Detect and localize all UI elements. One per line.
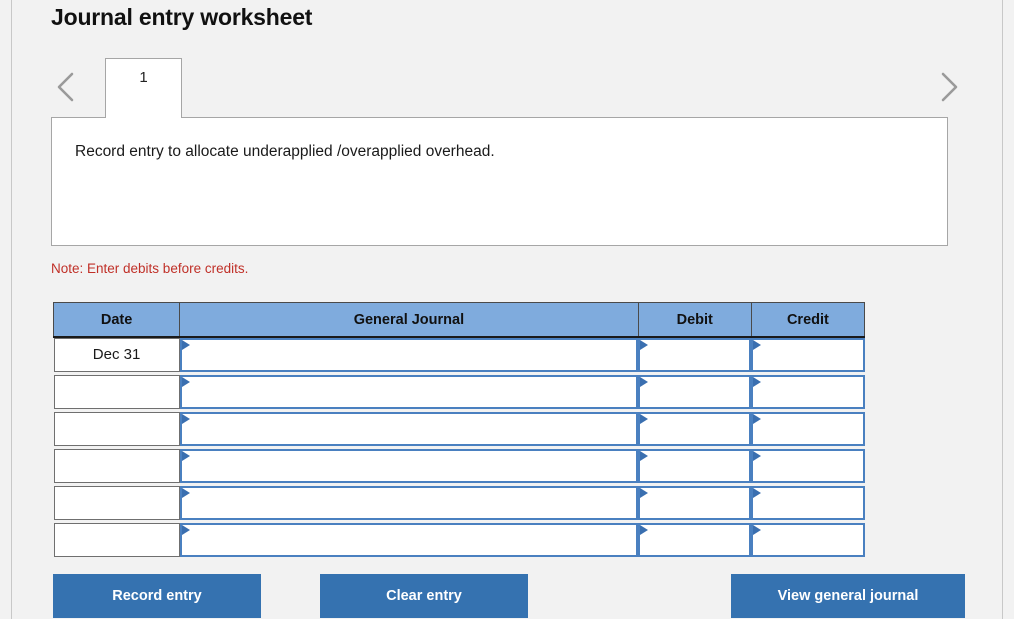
general-journal-cell[interactable]: [179, 486, 639, 520]
worksheet-tab-1[interactable]: 1: [105, 58, 182, 118]
general-journal-cell[interactable]: [179, 375, 639, 409]
credit-cell[interactable]: [751, 449, 865, 483]
credit-cell[interactable]: [751, 375, 865, 409]
credit-cell[interactable]: [751, 338, 865, 372]
journal-entry-table: Date General Journal Debit Credit Dec 31: [52, 302, 866, 557]
debit-cell[interactable]: [638, 375, 752, 409]
table-row: [53, 449, 865, 483]
entry-description-text: Record entry to allocate underapplied /o…: [75, 143, 495, 160]
debit-cell[interactable]: [638, 338, 752, 372]
date-cell[interactable]: [53, 375, 180, 409]
table-row: [53, 375, 865, 409]
debit-cell[interactable]: [638, 449, 752, 483]
entry-description-panel: Record entry to allocate underapplied /o…: [51, 117, 948, 246]
general-journal-cell[interactable]: [179, 449, 639, 483]
column-header-credit: Credit: [750, 302, 866, 338]
column-header-general-journal: General Journal: [179, 302, 639, 338]
general-journal-cell[interactable]: [179, 412, 639, 446]
credit-cell[interactable]: [751, 523, 865, 557]
column-header-date: Date: [52, 302, 181, 338]
credit-cell[interactable]: [751, 486, 865, 520]
date-cell[interactable]: [53, 412, 180, 446]
page-right-border: [1002, 0, 1003, 619]
page-left-border: [11, 0, 12, 619]
table-row: [53, 523, 865, 557]
date-cell[interactable]: Dec 31: [53, 338, 180, 372]
credit-cell[interactable]: [751, 412, 865, 446]
chevron-left-icon[interactable]: [51, 66, 81, 108]
general-journal-cell[interactable]: [179, 523, 639, 557]
page-title: Journal entry worksheet: [51, 4, 313, 30]
chevron-right-icon[interactable]: [934, 66, 964, 108]
clear-entry-button[interactable]: Clear entry: [320, 574, 528, 618]
debit-cell[interactable]: [638, 486, 752, 520]
table-row: [53, 412, 865, 446]
date-cell[interactable]: [53, 449, 180, 483]
record-entry-button[interactable]: Record entry: [53, 574, 261, 618]
general-journal-cell[interactable]: [179, 338, 639, 372]
table-row: [53, 486, 865, 520]
date-cell[interactable]: [53, 523, 180, 557]
view-general-journal-button[interactable]: View general journal: [731, 574, 965, 618]
date-cell[interactable]: [53, 486, 180, 520]
debit-cell[interactable]: [638, 523, 752, 557]
table-header-row: Date General Journal Debit Credit: [52, 302, 866, 338]
table-row: Dec 31: [53, 337, 865, 372]
journal-entry-worksheet-page: Journal entry worksheet 1 Record entry t…: [0, 0, 1014, 619]
debit-cell[interactable]: [638, 412, 752, 446]
column-header-debit: Debit: [637, 302, 752, 338]
debits-before-credits-note: Note: Enter debits before credits.: [51, 261, 249, 276]
worksheet-tab-bar: 1: [51, 58, 964, 118]
